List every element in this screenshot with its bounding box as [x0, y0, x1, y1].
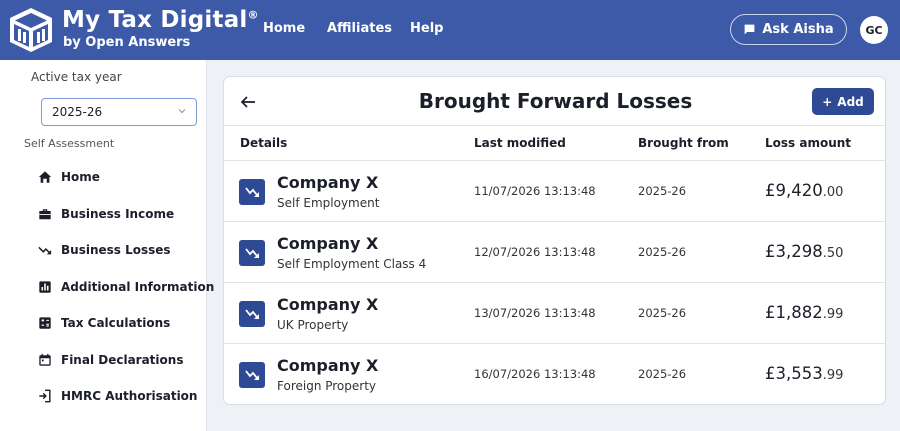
sidebar-item-label: Tax Calculations — [61, 316, 171, 330]
ask-aisha-button[interactable]: Ask Aisha — [730, 14, 847, 45]
top-header: My Tax Digital® by Open Answers Home Aff… — [0, 0, 900, 60]
row-brought-from: 2025-26 — [638, 184, 687, 198]
amount-main: £3,298 — [765, 242, 823, 261]
chat-bubble-icon — [744, 24, 755, 35]
row-type: Self Employment — [277, 196, 380, 210]
table-row[interactable]: Company X UK Property 13/07/2026 13:13:4… — [224, 283, 885, 344]
trending-down-icon — [239, 362, 265, 388]
amount-main: £9,420 — [765, 181, 823, 200]
registered-mark: ® — [247, 8, 259, 22]
header-loss-amount[interactable]: Loss amount — [765, 136, 851, 150]
sidebar-item-additional-information[interactable]: Additional Information — [38, 276, 214, 298]
tax-year-label: Active tax year — [31, 70, 122, 84]
calendar-icon — [39, 353, 51, 366]
row-loss-amount: £1,882.99 — [765, 303, 843, 322]
amount-pence: .50 — [822, 246, 844, 261]
brand-subtitle: by Open Answers — [63, 35, 191, 50]
sidebar-item-business-income[interactable]: Business Income — [38, 203, 174, 225]
row-company: Company X — [277, 234, 379, 253]
row-company: Company X — [277, 173, 379, 192]
user-avatar[interactable]: GC — [860, 16, 888, 44]
add-button-label: Add — [837, 94, 864, 109]
trending-down-icon — [239, 240, 265, 266]
sidebar-item-label: HMRC Authorisation — [61, 389, 198, 403]
tax-year-select[interactable]: 2025-26 — [41, 98, 197, 126]
nav-home[interactable]: Home — [263, 21, 305, 36]
sidebar-item-final-declarations[interactable]: Final Declarations — [38, 349, 183, 371]
sidebar-item-label: Business Losses — [61, 243, 171, 257]
house-icon — [38, 171, 52, 183]
nav-help[interactable]: Help — [410, 21, 443, 36]
amount-pence: .00 — [822, 185, 844, 200]
brand-title[interactable]: My Tax Digital® — [62, 7, 259, 33]
row-company: Company X — [277, 356, 379, 375]
tax-year-value: 2025-26 — [52, 105, 103, 119]
amount-main: £3,553 — [765, 364, 823, 383]
table-header: Details Last modified Brought from Loss … — [224, 125, 885, 161]
amount-pence: .99 — [822, 368, 844, 383]
ask-aisha-label: Ask Aisha — [762, 22, 834, 37]
table-row[interactable]: Company X Self Employment 11/07/2026 13:… — [224, 161, 885, 222]
sidebar-item-label: Home — [61, 170, 100, 184]
header-details[interactable]: Details — [240, 136, 287, 150]
add-button[interactable]: + Add — [812, 88, 874, 115]
row-last-modified: 11/07/2026 13:13:48 — [474, 184, 596, 198]
row-type: UK Property — [277, 318, 349, 332]
sidebar-item-hmrc-authorisation[interactable]: HMRC Authorisation — [38, 385, 197, 407]
row-loss-amount: £3,298.50 — [765, 242, 843, 261]
table-row[interactable]: Company X Foreign Property 16/07/2026 13… — [224, 344, 885, 404]
chevron-down-icon — [178, 109, 186, 114]
sidebar-item-label: Additional Information — [61, 280, 215, 294]
row-brought-from: 2025-26 — [638, 306, 687, 320]
sidebar-item-label: Business Income — [61, 207, 175, 221]
table-row[interactable]: Company X Self Employment Class 4 12/07/… — [224, 222, 885, 283]
row-brought-from: 2025-26 — [638, 245, 687, 259]
bar-chart-icon — [39, 281, 51, 293]
amount-main: £1,882 — [765, 303, 823, 322]
amount-pence: .99 — [822, 307, 844, 322]
brand-title-text: My Tax Digital — [62, 7, 248, 33]
trending-down-icon — [239, 179, 265, 205]
sidebar-item-label: Final Declarations — [61, 353, 184, 367]
row-company: Company X — [277, 295, 379, 314]
header-brought-from[interactable]: Brought from — [638, 136, 729, 150]
row-last-modified: 16/07/2026 13:13:48 — [474, 367, 596, 381]
briefcase-icon — [39, 209, 51, 220]
row-loss-amount: £3,553.99 — [765, 364, 843, 383]
page-title: Brought Forward Losses — [418, 89, 693, 113]
row-last-modified: 13/07/2026 13:13:48 — [474, 306, 596, 320]
sidebar-item-home[interactable]: Home — [38, 166, 100, 188]
row-last-modified: 12/07/2026 13:13:48 — [474, 245, 596, 259]
trending-down-icon — [38, 246, 52, 255]
row-type: Foreign Property — [277, 379, 377, 393]
self-assessment-label: Self Assessment — [24, 137, 115, 150]
sidebar-item-tax-calculations[interactable]: Tax Calculations — [38, 312, 170, 334]
header-last-modified[interactable]: Last modified — [474, 136, 566, 150]
login-icon — [39, 389, 51, 403]
logo-icon[interactable] — [8, 6, 54, 54]
trending-down-icon — [239, 301, 265, 327]
row-brought-from: 2025-26 — [638, 367, 687, 381]
row-loss-amount: £9,420.00 — [765, 181, 843, 200]
sidebar: Active tax year 2025-26 Self Assessment … — [0, 60, 214, 431]
losses-card: Brought Forward Losses + Add Details Las… — [223, 76, 886, 405]
nav-affiliates[interactable]: Affiliates — [327, 21, 392, 36]
calculator-icon — [39, 317, 51, 329]
row-type: Self Employment Class 4 — [277, 257, 427, 271]
sidebar-item-business-losses[interactable]: Business Losses — [38, 239, 171, 261]
plus-icon: + — [822, 94, 833, 109]
